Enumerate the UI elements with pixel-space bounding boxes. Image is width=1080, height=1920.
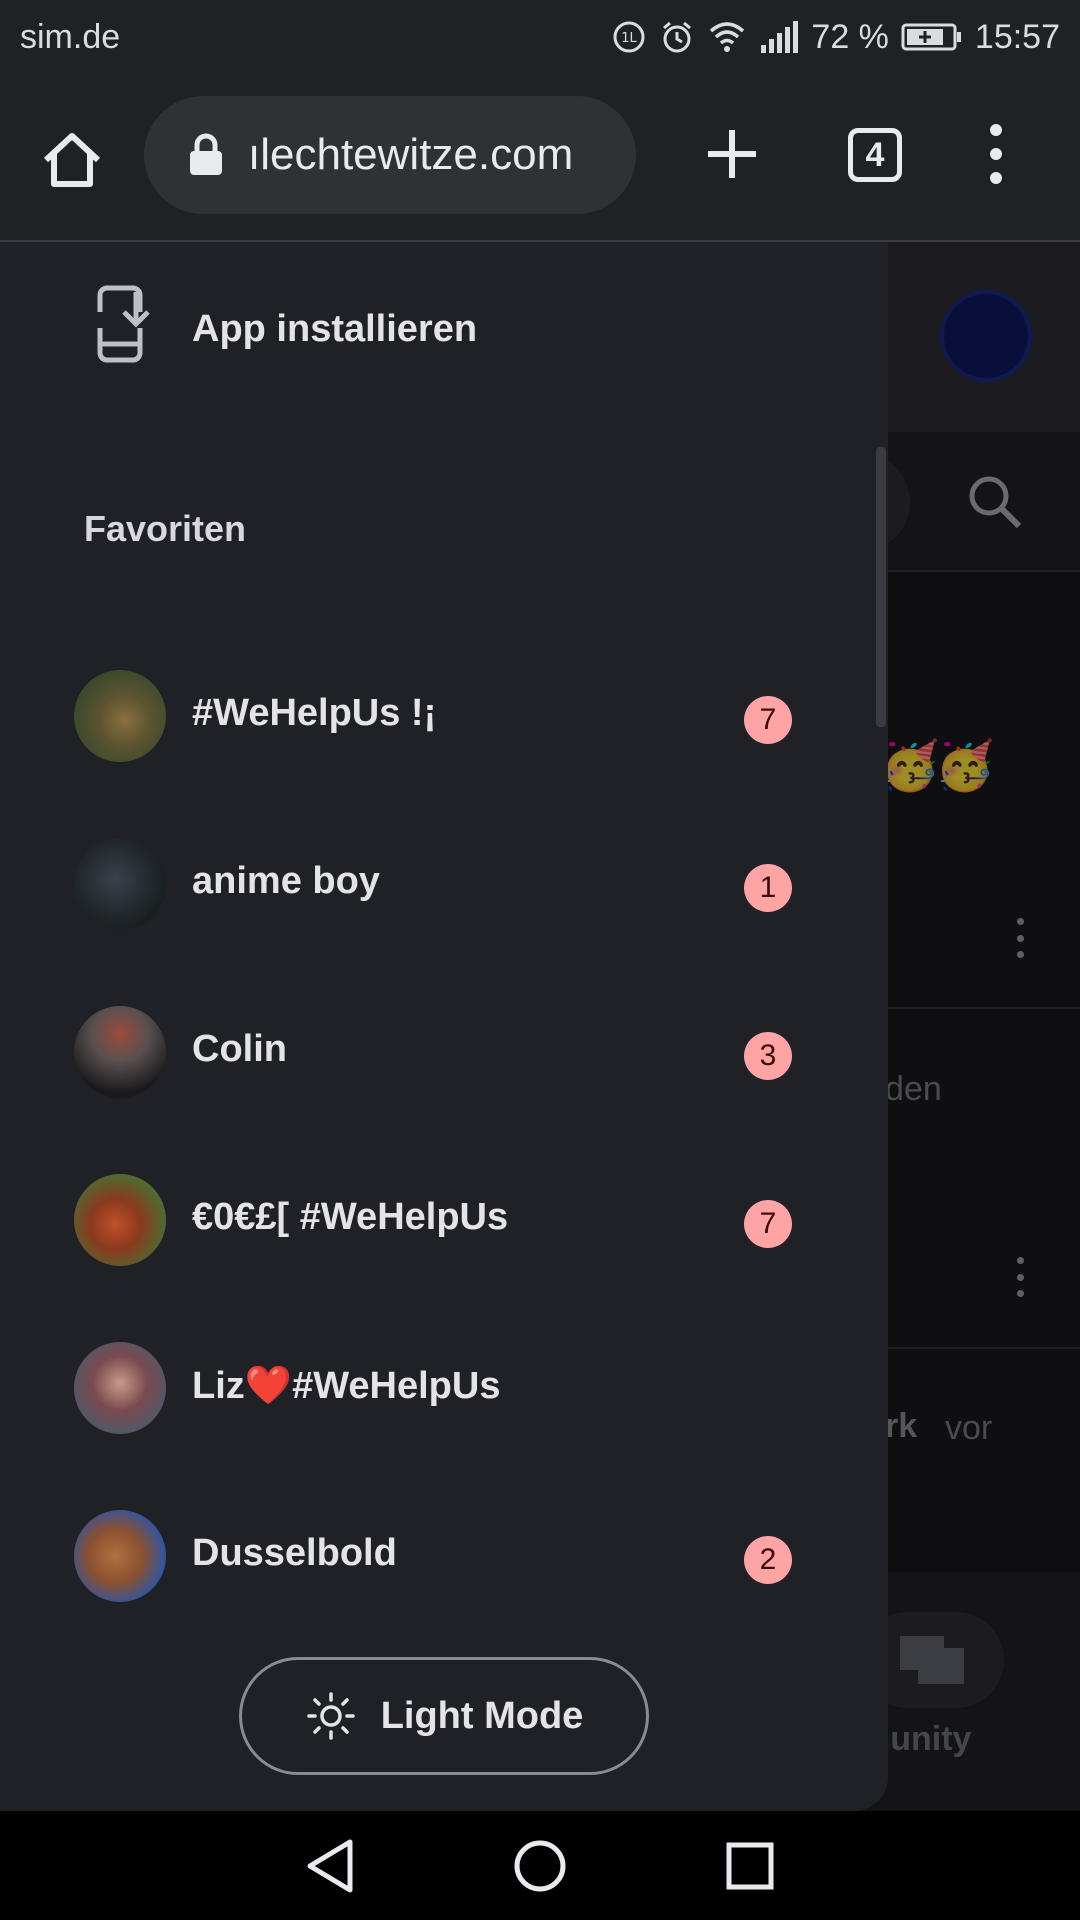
alarm-icon: [659, 19, 695, 55]
favorite-name: #WeHelpUs !¡: [192, 692, 437, 734]
avatar: [74, 670, 166, 762]
battery-percent: 72 %: [811, 17, 889, 56]
new-tab-button[interactable]: [696, 118, 768, 190]
unread-badge: 2: [744, 1536, 792, 1584]
lock-icon: [190, 133, 222, 175]
clock: 15:57: [974, 17, 1060, 56]
light-mode-button[interactable]: Light Mode: [239, 1657, 649, 1775]
divider: [880, 1347, 1080, 1349]
more-dots-icon[interactable]: [1010, 1257, 1030, 1297]
post-author: rk: [885, 1407, 918, 1445]
unread-badge: 1: [744, 864, 792, 912]
avatar: [74, 838, 166, 930]
site-logo: [940, 290, 1032, 382]
signal-icon: [759, 19, 799, 55]
unread-badge: 7: [744, 696, 792, 744]
search-icon[interactable]: [965, 472, 1025, 537]
plus-icon: [708, 130, 756, 178]
avatar: [74, 1510, 166, 1602]
home-nav-button[interactable]: [510, 1836, 570, 1896]
carrier-label: sim.de: [20, 17, 121, 56]
favorite-name: Dusselbold: [192, 1532, 397, 1574]
party-emoji: 🥳: [880, 740, 940, 793]
favorite-name: €0€£[ #WeHelpUs: [192, 1196, 509, 1238]
avatar: [74, 1174, 166, 1266]
svg-text:1L: 1L: [622, 31, 638, 46]
recents-button[interactable]: [720, 1836, 780, 1896]
dot-icon: [990, 148, 1002, 160]
address-bar[interactable]: ılechtewitze.com: [144, 96, 636, 214]
favorite-item[interactable]: Dusselbold 2: [0, 1496, 888, 1616]
favorite-name: Liz❤️#WeHelpUs: [192, 1365, 501, 1407]
avatar: [74, 1342, 166, 1434]
install-app-icon: [94, 285, 152, 363]
install-app-label: App installieren: [192, 308, 478, 350]
more-menu-button[interactable]: [975, 118, 1017, 190]
post-time: vor: [945, 1409, 993, 1447]
favorite-name: Colin: [192, 1028, 287, 1070]
home-icon: [43, 133, 101, 187]
install-app-item[interactable]: App installieren: [0, 282, 888, 382]
data-saver-icon: 1L: [611, 19, 647, 55]
tab-switcher-button[interactable]: 4: [848, 128, 902, 182]
favorite-item[interactable]: Colin 3: [0, 992, 888, 1112]
post-snippet: den: [885, 1070, 942, 1108]
back-button[interactable]: [300, 1836, 360, 1896]
avatar: [74, 1006, 166, 1098]
favorite-item[interactable]: Liz❤️#WeHelpUs: [0, 1328, 888, 1448]
home-button[interactable]: [36, 124, 108, 196]
favorite-item[interactable]: #WeHelpUs !¡ 7: [0, 656, 888, 776]
dot-icon: [990, 172, 1002, 184]
unread-badge: 3: [744, 1032, 792, 1080]
battery-charging-icon: [901, 22, 963, 52]
browser-toolbar: ılechtewitze.com 4: [0, 74, 1080, 242]
light-mode-label: Light Mode: [380, 1694, 584, 1737]
status-bar: sim.de 1L 72 % 15:57: [0, 0, 1080, 74]
party-emoji: 🥳: [935, 740, 995, 793]
dot-icon: [990, 124, 1002, 136]
divider: [880, 1007, 1080, 1009]
recents-square-icon: [726, 1842, 774, 1889]
url-text: ılechtewitze.com: [248, 130, 574, 179]
navigation-drawer: App installieren Favoriten #WeHelpUs !¡ …: [0, 242, 888, 1811]
more-dots-icon[interactable]: [1010, 918, 1030, 958]
favorite-name: anime boy: [192, 860, 380, 902]
favorite-item[interactable]: anime boy 1: [0, 824, 888, 944]
favorites-heading: Favoriten: [84, 508, 247, 549]
favorite-item[interactable]: €0€£[ #WeHelpUs 7: [0, 1160, 888, 1280]
back-triangle-icon: [307, 1839, 353, 1892]
wifi-icon: [707, 19, 747, 55]
system-nav-bar: [0, 1811, 1080, 1920]
home-circle-icon: [514, 1840, 566, 1891]
unread-badge: 7: [744, 1200, 792, 1248]
sun-icon: [306, 1692, 355, 1740]
